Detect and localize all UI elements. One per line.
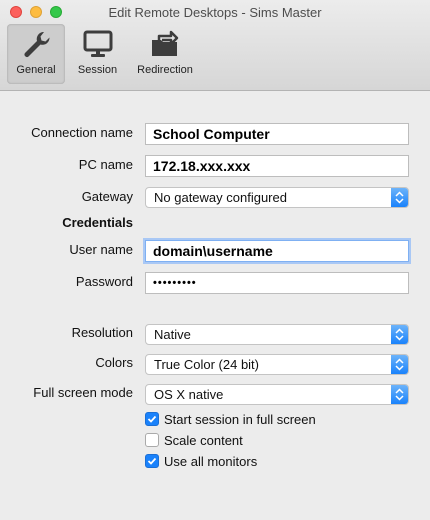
user-name-field[interactable]: domain\username: [145, 240, 409, 262]
chevron-updown-icon: [391, 325, 408, 344]
full-screen-mode-popup[interactable]: OS X native: [145, 384, 409, 405]
title-bar: Edit Remote Desktops - Sims Master Gener…: [0, 0, 430, 91]
monitor-icon: [83, 30, 112, 57]
full-screen-mode-popup-value: OS X native: [154, 387, 224, 402]
start-session-full-screen-checkbox[interactable]: Start session in full screen: [145, 410, 316, 428]
connection-name-label: Connection name: [31, 125, 133, 140]
gateway-popup[interactable]: No gateway configured: [145, 187, 409, 208]
connection-name-field[interactable]: School Computer: [145, 123, 409, 145]
chevron-updown-icon: [391, 355, 408, 374]
toolbar-session-label: Session: [77, 64, 118, 76]
use-all-monitors-label: Use all monitors: [164, 453, 258, 469]
credentials-header: Credentials: [62, 215, 133, 230]
full-screen-mode-label: Full screen mode: [33, 385, 133, 400]
resolution-label: Resolution: [71, 325, 133, 340]
scale-content-checkbox[interactable]: Scale content: [145, 431, 243, 449]
checkbox-checked[interactable]: [145, 412, 159, 426]
user-name-label: User name: [69, 242, 133, 257]
chevron-updown-icon: [391, 385, 408, 404]
toolbar-session-tab[interactable]: Session: [70, 24, 125, 84]
folder-redirect-icon: [152, 30, 179, 56]
toolbar-redirection-label: Redirection: [137, 64, 193, 76]
toolbar-general-label: General: [16, 64, 56, 76]
window-title: Edit Remote Desktops - Sims Master: [108, 5, 322, 20]
start-session-full-screen-label: Start session in full screen: [164, 411, 316, 427]
resolution-popup-value: Native: [154, 327, 191, 342]
toolbar-general-tab[interactable]: General: [7, 24, 65, 84]
toolbar-redirection-tab[interactable]: Redirection: [131, 24, 199, 84]
colors-popup[interactable]: True Color (24 bit): [145, 354, 409, 375]
gateway-popup-value: No gateway configured: [154, 190, 287, 205]
pc-name-field[interactable]: 172.18.xxx.xxx: [145, 155, 409, 177]
password-label: Password: [75, 274, 133, 289]
use-all-monitors-checkbox[interactable]: Use all monitors: [145, 452, 257, 470]
scale-content-label: Scale content: [164, 432, 243, 448]
gateway-label: Gateway: [81, 189, 133, 204]
checkbox-checked[interactable]: [145, 454, 159, 468]
chevron-updown-icon: [391, 188, 408, 207]
edit-remote-desktops-window: Edit Remote Desktops - Sims Master Gener…: [0, 0, 430, 520]
pc-name-label: PC name: [78, 157, 133, 172]
checkbox-unchecked[interactable]: [145, 433, 159, 447]
wrench-icon: [24, 31, 50, 58]
password-field[interactable]: •••••••••: [145, 272, 409, 294]
colors-label: Colors: [95, 355, 133, 370]
resolution-popup[interactable]: Native: [145, 324, 409, 345]
colors-popup-value: True Color (24 bit): [154, 357, 259, 372]
